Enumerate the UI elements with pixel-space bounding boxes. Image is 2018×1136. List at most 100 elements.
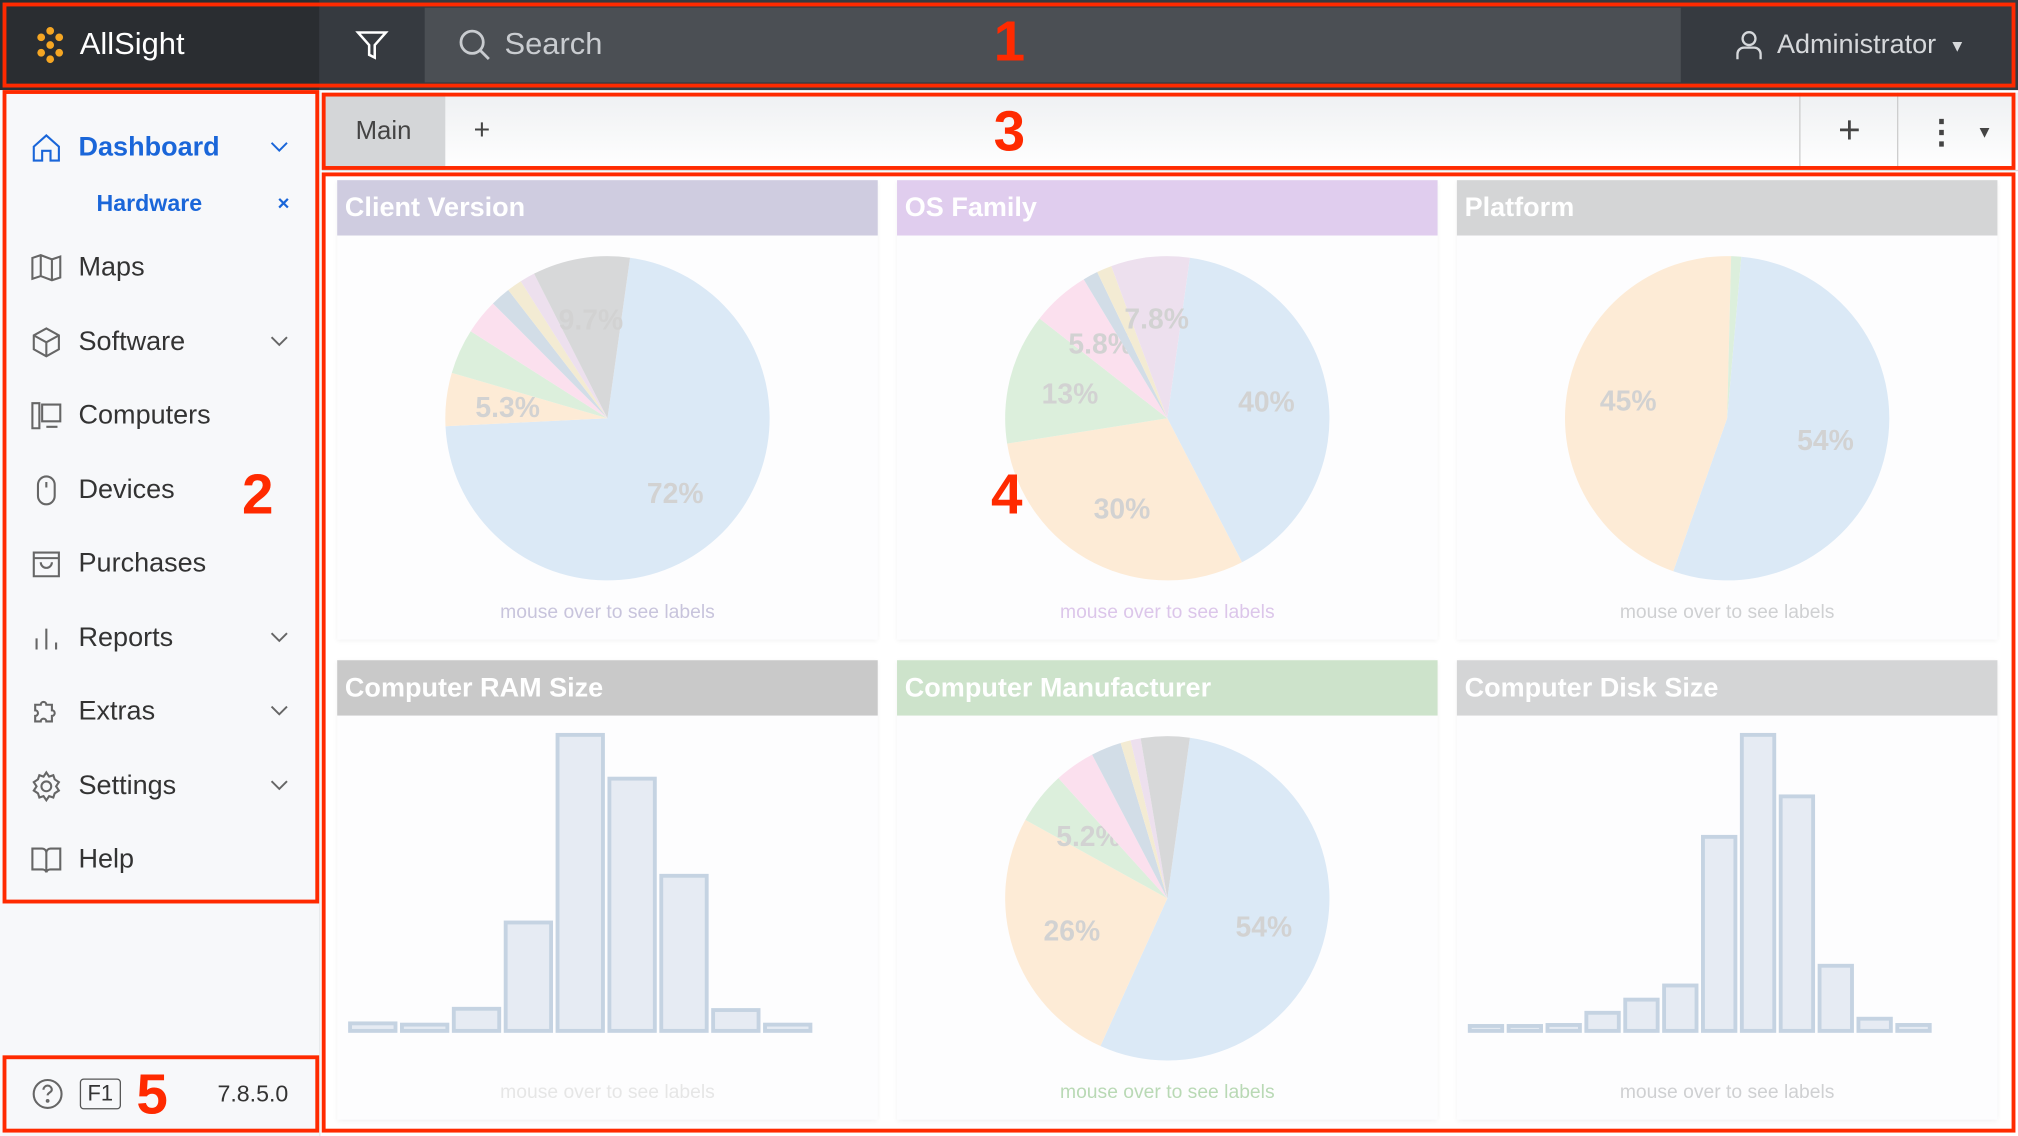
- book-icon: [28, 842, 64, 878]
- pie-chart[interactable]: 40%30%13%5.8%7.8%: [897, 236, 1438, 602]
- subitem-label: Hardware: [96, 190, 203, 217]
- pie-chart[interactable]: 54%26%5.2%: [897, 716, 1438, 1082]
- bar[interactable]: [763, 1022, 813, 1033]
- annotation-number: 3: [993, 100, 1026, 164]
- slice-label: 9.7%: [559, 303, 624, 335]
- chevron-down-icon[interactable]: [268, 699, 291, 730]
- filter-button[interactable]: [319, 0, 425, 90]
- more-vertical-icon: ⋮: [1924, 111, 1959, 150]
- puzzle-icon: [28, 694, 64, 730]
- annotation-number: 1: [993, 10, 1026, 74]
- pie-chart[interactable]: 54% 45%: [1457, 236, 1998, 602]
- bar[interactable]: [1467, 1024, 1505, 1033]
- widget-title: Platform: [1456, 180, 1998, 236]
- sidebar-item-label: Purchases: [78, 548, 207, 578]
- box-icon: [28, 324, 64, 360]
- user-icon: [1735, 31, 1762, 60]
- widget-computer-disk-size[interactable]: Computer Disk Size mouse over to see labe…: [1456, 660, 1998, 1120]
- help-circle-icon[interactable]: [31, 1077, 64, 1110]
- app-window: AllSight Search Administrator ▼ Hardware…: [0, 0, 2018, 1136]
- bar[interactable]: [555, 732, 605, 1033]
- sidebar-item-label: Devices: [78, 474, 175, 505]
- bar[interactable]: [503, 920, 554, 1033]
- pie-chart[interactable]: 72%5.3%9.7%: [337, 236, 878, 602]
- allsight-logo-icon: [37, 27, 64, 64]
- bar[interactable]: [659, 873, 709, 1033]
- bar[interactable]: [1817, 963, 1854, 1033]
- sidebar-item-software[interactable]: Software: [28, 317, 298, 368]
- add-tab-button[interactable]: +: [474, 113, 491, 146]
- close-icon[interactable]: ×: [278, 193, 290, 216]
- widget-computer-manufacturer[interactable]: Computer Manufacturer mouse over to see l…: [897, 660, 1438, 1120]
- bar[interactable]: [399, 1022, 450, 1033]
- sidebar-item-extras[interactable]: Extras: [28, 686, 298, 737]
- chevron-down-icon[interactable]: [268, 329, 291, 360]
- bar[interactable]: [1739, 732, 1777, 1033]
- sidebar-item-purchases[interactable]: Purchases: [28, 538, 298, 589]
- bar[interactable]: [607, 776, 657, 1033]
- slice-label: 72%: [647, 477, 704, 509]
- bar[interactable]: [1701, 834, 1738, 1033]
- sidebar-item-devices[interactable]: Devices: [28, 465, 298, 516]
- bar[interactable]: [1856, 1016, 1893, 1033]
- sidebar-item-label: Software: [78, 326, 186, 357]
- bar[interactable]: [1623, 997, 1660, 1033]
- sidebar-item-dashboard[interactable]: Dashboard: [28, 122, 298, 173]
- map-icon: [28, 250, 64, 286]
- tab-main[interactable]: Main: [321, 92, 446, 170]
- chevron-down-icon[interactable]: [268, 773, 291, 804]
- sidebar-item-help[interactable]: Help: [28, 834, 298, 885]
- sidebar-item-settings[interactable]: Settings: [28, 761, 298, 812]
- slice-label: 40%: [1238, 386, 1295, 418]
- user-menu[interactable]: Administrator ▼: [1681, 0, 2018, 90]
- bar[interactable]: [1545, 1023, 1582, 1033]
- search-input[interactable]: Search: [424, 7, 1681, 83]
- widget-os-family[interactable]: OS Family mouse over to see labels 40% 30% 1…: [897, 180, 1438, 640]
- widget-computer-ram-size[interactable]: Computer RAM Size mouse over to see label…: [337, 660, 878, 1120]
- widget-title: Computer Disk Size: [1456, 660, 1998, 716]
- widget-title: OS Family: [897, 180, 1438, 236]
- sidebar-item-label: Dashboard: [78, 132, 220, 163]
- bar[interactable]: [451, 1006, 502, 1033]
- bag-icon: [28, 546, 64, 582]
- chevron-down-icon[interactable]: [268, 135, 291, 166]
- sidebar-subitem-hardware[interactable]: Hardware ×: [97, 190, 303, 217]
- annotation-number: 5: [136, 1063, 168, 1127]
- hover-hint: mouse over to see labels: [1059, 1081, 1275, 1103]
- widget-title: Computer RAM Size: [337, 660, 878, 716]
- sidebar-item-label: Extras: [78, 696, 156, 726]
- bar[interactable]: [348, 1021, 398, 1033]
- sidebar-item-label: Settings: [78, 770, 177, 801]
- bar-chart-icon: [28, 620, 64, 656]
- user-name: Administrator: [1776, 29, 1937, 60]
- caret-down-icon: ▼: [1949, 35, 1966, 55]
- logo[interactable]: AllSight: [0, 0, 320, 91]
- bar-chart[interactable]: [1457, 716, 1998, 1082]
- hover-hint: mouse over to see labels: [500, 601, 715, 623]
- bar[interactable]: [1506, 1024, 1543, 1033]
- widget-client-version[interactable]: Client Version mouse over to see labels 72…: [337, 180, 878, 640]
- sidebar-item-computers[interactable]: Computers: [28, 390, 298, 441]
- widget-platform[interactable]: Platform mouse over to see labels 54% 45%: [1456, 180, 1998, 640]
- mouse-icon: [28, 472, 64, 508]
- add-widget-button[interactable]: +: [1799, 92, 1898, 170]
- hover-hint: mouse over to see labels: [1059, 601, 1275, 623]
- sidebar-item-label: Help: [78, 844, 135, 874]
- bar[interactable]: [1662, 983, 1699, 1033]
- bar[interactable]: [1778, 794, 1816, 1033]
- bar[interactable]: [1895, 1023, 1932, 1033]
- f1-key[interactable]: F1: [79, 1078, 121, 1110]
- sidebar-item-maps[interactable]: Maps: [28, 242, 298, 293]
- bar[interactable]: [1584, 1010, 1621, 1033]
- bar-chart[interactable]: [337, 716, 878, 1082]
- chevron-down-icon[interactable]: [268, 625, 291, 656]
- version: 7.8.5.0: [217, 1080, 289, 1107]
- sidebar-item-reports[interactable]: Reports: [28, 613, 298, 664]
- sidebar-item-label: Reports: [78, 622, 174, 653]
- slice-label: 7.8%: [1124, 303, 1189, 335]
- slice-label: 30%: [1094, 492, 1151, 524]
- bar[interactable]: [711, 1008, 761, 1033]
- home-icon: [28, 130, 64, 166]
- more-menu-button[interactable]: ⋮ ▼: [1897, 92, 2018, 170]
- slice-label: 54%: [1797, 424, 1854, 456]
